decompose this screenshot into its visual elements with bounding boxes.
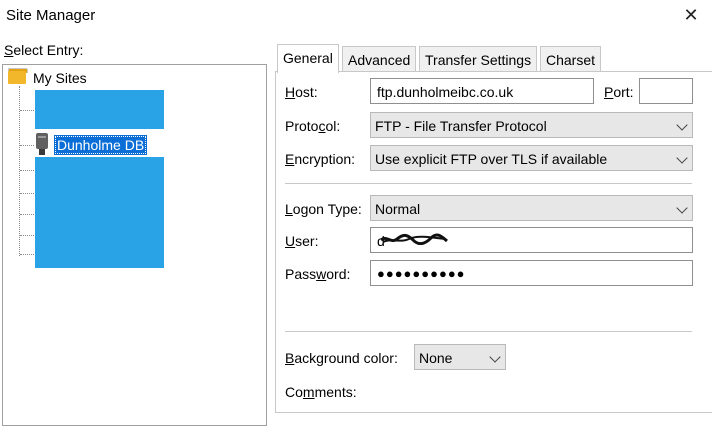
protocol-select[interactable]: FTP - File Transfer Protocol: [370, 112, 693, 138]
logon-type-label: Logon Type:: [285, 201, 362, 217]
redacted-tree-item: [35, 90, 164, 129]
port-label-text: ort:: [613, 84, 634, 100]
protocol-label-pre: Proto: [285, 118, 319, 134]
background-color-label-accel: B: [285, 350, 295, 366]
protocol-select-value: FTP - File Transfer Protocol: [375, 118, 547, 134]
encryption-label-text: ncryption:: [294, 151, 356, 167]
logon-type-select[interactable]: Normal: [370, 195, 693, 221]
host-label-accel: H: [285, 84, 296, 100]
tree-connector-h: [20, 193, 34, 194]
chevron-down-icon: [676, 119, 688, 131]
background-color-select-value: None: [419, 350, 453, 366]
separator: [285, 331, 692, 332]
tree-connector-h: [20, 145, 34, 146]
user-label: User:: [285, 233, 318, 249]
host-label-text: ost:: [295, 84, 318, 100]
tree-item-dunholme-db[interactable]: Dunholme DB: [54, 135, 148, 155]
select-entry-label-text: elect Entry:: [13, 42, 84, 58]
password-label-accel: w: [316, 266, 327, 282]
window-title: Site Manager: [6, 7, 96, 24]
port-label: Port:: [604, 84, 634, 100]
redacted-tree-items: [35, 157, 164, 268]
logon-type-label-text: ogon Type:: [292, 201, 362, 217]
encryption-select-value: Use explicit FTP over TLS if available: [375, 151, 608, 167]
tree-connector-h: [20, 214, 34, 215]
password-input[interactable]: ●●●●●●●●●●: [370, 260, 693, 286]
protocol-label: Protocol:: [285, 118, 340, 134]
comments-label-post: ments:: [314, 384, 357, 400]
close-icon[interactable]: ✕: [682, 4, 700, 26]
encryption-label-accel: E: [285, 151, 295, 167]
logon-type-select-value: Normal: [375, 201, 421, 217]
port-label-accel: P: [604, 84, 614, 100]
folder-icon: [8, 68, 28, 84]
password-label-post: ord:: [326, 266, 351, 282]
encryption-select[interactable]: Use explicit FTP over TLS if available: [370, 145, 693, 171]
encryption-label: Encryption:: [285, 151, 355, 167]
chevron-down-icon: [676, 202, 688, 214]
tree-connector-h: [20, 235, 34, 236]
port-input[interactable]: [639, 78, 693, 104]
comments-label-accel: m: [302, 384, 315, 400]
tab-charset[interactable]: Charset: [540, 46, 602, 73]
tree-connector-h: [20, 170, 34, 171]
password-label: Password:: [285, 266, 350, 282]
comments-label: Comments:: [285, 384, 357, 400]
chevron-down-icon: [489, 351, 501, 363]
tab-advanced[interactable]: Advanced: [342, 46, 417, 73]
user-label-text: ser:: [295, 233, 319, 249]
server-icon: [35, 133, 49, 157]
protocol-label-post: ol:: [325, 118, 341, 134]
comments-label-pre: Co: [285, 384, 303, 400]
background-color-label-text: ackground color:: [294, 350, 398, 366]
logon-type-label-accel: L: [285, 201, 293, 217]
select-entry-label-accel: S: [4, 42, 14, 58]
tab-transfer-settings[interactable]: Transfer Settings: [419, 46, 538, 73]
redaction-scribble: [380, 233, 448, 245]
tab-general[interactable]: General: [277, 44, 339, 73]
host-input[interactable]: ftp.dunholmeibc.co.uk: [370, 78, 594, 104]
chevron-down-icon: [676, 152, 688, 164]
separator: [285, 183, 692, 184]
tree-item-my-sites[interactable]: My Sites: [33, 70, 87, 86]
password-label-pre: Pass: [285, 266, 317, 282]
user-label-accel: U: [285, 233, 296, 249]
host-label: Host:: [285, 84, 318, 100]
background-color-select[interactable]: None: [414, 344, 506, 370]
tree-connector-h: [20, 110, 34, 111]
background-color-label: Background color:: [285, 350, 398, 366]
tree-connector-h: [20, 254, 34, 255]
tree-connector: [19, 86, 20, 256]
select-entry-label: Select Entry:: [4, 42, 83, 58]
